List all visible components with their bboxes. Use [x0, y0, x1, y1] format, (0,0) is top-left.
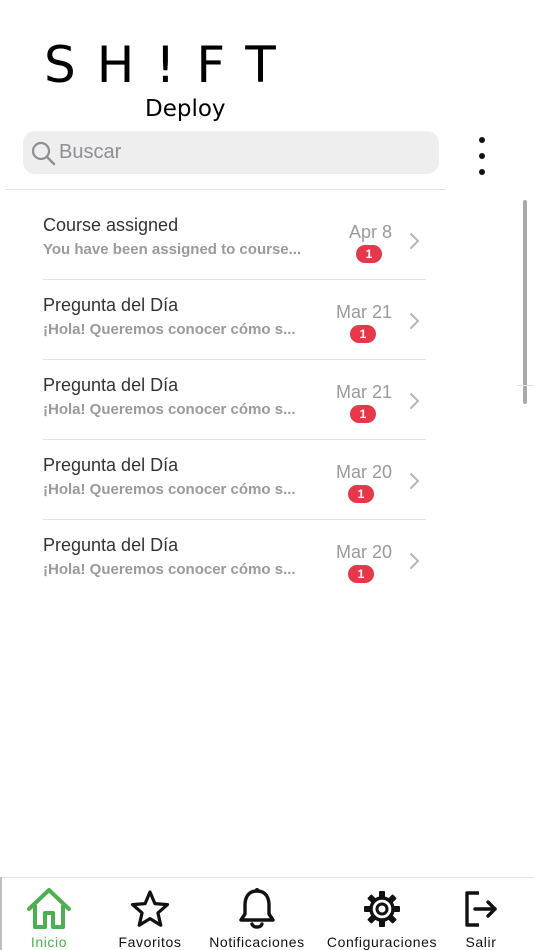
more-dot-icon	[479, 137, 485, 143]
header-divider	[5, 189, 445, 190]
message-item[interactable]: Pregunta del Día ¡Hola! Queremos conocer…	[43, 280, 426, 360]
chevron-right-icon	[410, 393, 419, 409]
more-options-button[interactable]	[468, 134, 496, 178]
logo-wordmark: SH!FT	[44, 36, 297, 94]
search-icon	[31, 141, 56, 165]
tab-favoritos[interactable]: Favoritos	[110, 878, 190, 950]
message-date: Mar 21	[335, 302, 392, 322]
chevron-right-icon	[410, 233, 419, 249]
message-title: Course assigned	[43, 215, 179, 235]
tab-configuraciones[interactable]: Configuraciones	[322, 878, 442, 950]
message-title: Pregunta del Día	[43, 295, 179, 315]
app-logo: SH!FT Deploy	[44, 40, 276, 124]
message-preview: ¡Hola! Queremos conocer cómo s...	[43, 561, 296, 578]
unread-badge: 1	[356, 245, 382, 263]
scroll-divider	[517, 385, 534, 386]
tab-label: Notificaciones	[209, 934, 305, 950]
message-preview: ¡Hola! Queremos conocer cómo s...	[43, 401, 296, 418]
unread-badge: 1	[350, 325, 376, 343]
tab-label: Salir	[465, 934, 497, 950]
search-bar[interactable]	[23, 131, 439, 174]
star-icon	[130, 890, 170, 927]
bell-icon	[239, 888, 275, 929]
message-date: Apr 8	[348, 222, 392, 242]
search-input[interactable]	[59, 132, 419, 173]
unread-badge: 1	[348, 565, 374, 583]
message-title: Pregunta del Día	[43, 455, 179, 475]
message-date: Mar 20	[335, 462, 392, 482]
message-title: Pregunta del Día	[43, 375, 179, 395]
tab-label: Inicio	[30, 934, 68, 950]
app-screen: SH!FT Deploy Course assigned You have be…	[0, 0, 534, 950]
tabbar-edge	[0, 877, 2, 950]
gear-icon	[364, 891, 400, 927]
logo-subtitle: Deploy	[145, 96, 226, 122]
tab-inicio[interactable]: Inicio	[10, 878, 88, 950]
tab-label: Configuraciones	[326, 934, 438, 950]
scrollbar[interactable]	[523, 200, 527, 404]
more-dot-icon	[479, 169, 485, 175]
tab-notificaciones[interactable]: Notificaciones	[204, 878, 310, 950]
message-preview: ¡Hola! Queremos conocer cómo s...	[43, 321, 296, 338]
chevron-right-icon	[410, 553, 419, 569]
message-item[interactable]: Pregunta del Día ¡Hola! Queremos conocer…	[43, 360, 426, 440]
chevron-right-icon	[410, 473, 419, 489]
message-item[interactable]: Pregunta del Día ¡Hola! Queremos conocer…	[43, 440, 426, 520]
message-item[interactable]: Course assigned You have been assigned t…	[43, 200, 426, 280]
message-list: Course assigned You have been assigned t…	[43, 200, 426, 600]
logout-icon	[465, 891, 497, 927]
unread-badge: 1	[348, 485, 374, 503]
tab-salir[interactable]: Salir	[458, 878, 504, 950]
chevron-right-icon	[410, 313, 419, 329]
message-preview: You have been assigned to course...	[43, 241, 302, 258]
home-icon	[27, 888, 71, 929]
unread-badge: 1	[350, 405, 376, 423]
message-date: Mar 20	[335, 542, 392, 562]
message-preview: ¡Hola! Queremos conocer cómo s...	[43, 481, 296, 498]
more-dot-icon	[479, 153, 485, 159]
message-item[interactable]: Pregunta del Día ¡Hola! Queremos conocer…	[43, 520, 426, 600]
tab-label: Favoritos	[118, 934, 182, 950]
message-date: Mar 21	[335, 382, 392, 402]
bottom-tab-bar: Inicio Favoritos Notificaciones Configur…	[0, 877, 534, 950]
message-title: Pregunta del Día	[43, 535, 179, 555]
